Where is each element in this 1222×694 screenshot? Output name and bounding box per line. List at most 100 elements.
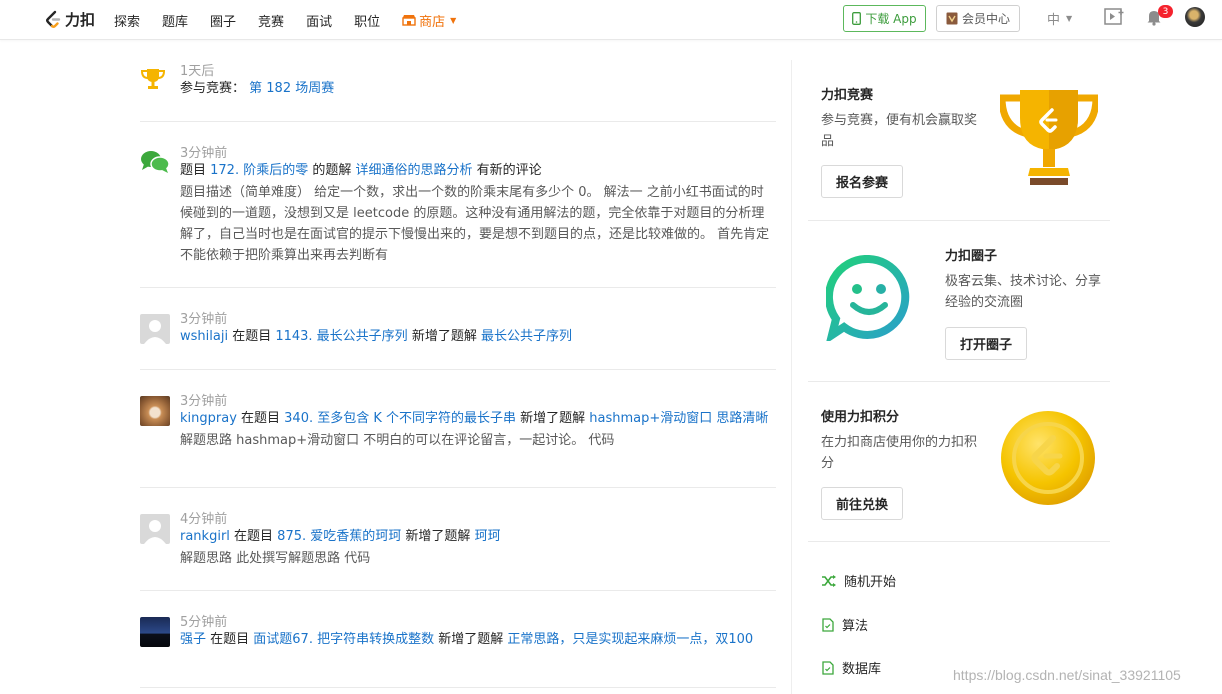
logo-text: 力扣: [65, 11, 96, 29]
feed-text: 题目: [180, 163, 211, 178]
watermark-text: https://blog.csdn.net/sinat_33921105: [953, 667, 1181, 683]
playground-icon[interactable]: [1104, 8, 1126, 26]
feed-text: 在题目: [236, 411, 285, 426]
feed-item-solution: 5分钟前 强子 在题目 面试题67. 把字符串转换成整数 新增了题解 正常思路，…: [140, 591, 776, 688]
feed-time: 4分钟前: [180, 512, 228, 527]
nav-circle[interactable]: 圈子: [210, 11, 236, 30]
notification-badge: 3: [1158, 5, 1173, 18]
vip-center-button[interactable]: 会员中心: [936, 5, 1020, 32]
feed-description: 解题思路 此处撰写解题思路 代码: [180, 551, 371, 566]
nav-contest[interactable]: 竞赛: [258, 11, 284, 30]
problem-link[interactable]: 172. 阶乘后的零: [210, 163, 308, 178]
user-avatar[interactable]: [1185, 7, 1205, 27]
solution-link[interactable]: hashmap+滑动窗口 思路清晰: [589, 411, 768, 426]
default-user-icon: [144, 520, 166, 544]
contest-link[interactable]: 第 182 场周赛: [249, 81, 334, 96]
feed-item-solution: 4分钟前 rankgirl 在题目 875. 爱吃香蕉的珂珂 新增了题解 珂珂 …: [140, 488, 776, 591]
quick-link-database[interactable]: 数据库: [822, 658, 881, 677]
feed-text: 在题目: [228, 329, 276, 344]
quick-link-label: 算法: [842, 619, 869, 634]
gold-coin-icon: [1001, 411, 1095, 505]
contest-card-text: 参与竞赛，便有机会赢取奖品: [821, 113, 978, 149]
open-circle-button[interactable]: 打开圈子: [945, 327, 1027, 360]
feed-item-comment: 3分钟前 题目 172. 阶乘后的零 的题解 详细通俗的思路分析 有新的评论 题…: [140, 122, 776, 288]
problem-link[interactable]: 340. 至多包含 K 个不同字符的最长子串: [284, 411, 516, 426]
default-user-icon: [144, 320, 166, 344]
nav-jobs[interactable]: 职位: [354, 11, 380, 30]
feed-text: 有新的评论: [472, 163, 542, 178]
username-link[interactable]: wshilaji: [180, 329, 228, 344]
user-avatar-dog[interactable]: [140, 396, 170, 426]
user-avatar-default[interactable]: [140, 514, 170, 544]
chat-bubbles-icon: [141, 151, 170, 173]
feed-title: 强子 在题目 面试题67. 把字符串转换成整数 新增了题解 正常思路，只是实现起…: [180, 631, 776, 648]
circle-card-text: 极客云集、技术讨论、分享经验的交流圈: [945, 274, 1102, 310]
contest-card: 力扣竞赛 参与竞赛，便有机会赢取奖品 报名参赛: [808, 40, 1110, 221]
download-app-button[interactable]: 下载 App: [843, 5, 926, 32]
username-link[interactable]: 强子: [180, 632, 206, 647]
feed-time: 3分钟前: [180, 394, 228, 409]
solution-link[interactable]: 最长公共子序列: [481, 329, 572, 344]
username-link[interactable]: kingpray: [180, 411, 237, 426]
quick-link-algorithms[interactable]: 算法: [822, 615, 868, 634]
feed-text: 的题解: [308, 163, 356, 178]
feed-text: 新增了题解: [401, 529, 475, 544]
solution-link[interactable]: 珂珂: [475, 529, 501, 544]
circle-card: 力扣圈子 极客云集、技术讨论、分享经验的交流圈 打开圈子: [808, 221, 1110, 382]
shop-icon: [402, 15, 416, 26]
problem-link[interactable]: 875. 爱吃香蕉的珂珂: [277, 529, 401, 544]
feed-text: 新增了题解: [407, 329, 481, 344]
feed-time: 5分钟前: [180, 615, 228, 630]
nav-problems[interactable]: 题库: [162, 11, 188, 30]
leetcode-logo-icon: [46, 10, 61, 28]
feed-text: 在题目: [206, 632, 254, 647]
nav-shop-label: 商店: [419, 14, 446, 30]
feed-text: 新增了题解: [516, 411, 590, 426]
problem-link[interactable]: 1143. 最长公共子序列: [275, 329, 407, 344]
document-icon: [822, 660, 834, 675]
nav-explore[interactable]: 探索: [114, 11, 140, 30]
feed-description: 解题思路 hashmap+滑动窗口 不明白的可以在评论留言，一起讨论。 代码: [180, 433, 615, 448]
document-icon: [822, 617, 834, 632]
sidebar: 力扣竞赛 参与竞赛，便有机会赢取奖品 报名参赛 力扣圈子 极客云集、技术讨论、分…: [808, 40, 1110, 692]
user-avatar-night[interactable]: [140, 617, 170, 647]
top-navbar: 力扣 探索 题库 圈子 竞赛 面试 职位 商店 ▼ 下载 App 会员中心 中 …: [0, 0, 1222, 40]
feed-title: kingpray 在题目 340. 至多包含 K 个不同字符的最长子串 新增了题…: [180, 410, 776, 427]
quick-link-random[interactable]: 随机开始: [822, 571, 896, 590]
feed-text: 在题目: [229, 529, 278, 544]
points-card-title: 使用力扣积分: [821, 410, 900, 425]
solution-link[interactable]: 详细通俗的思路分析: [355, 163, 472, 178]
vip-center-label: 会员中心: [961, 12, 1010, 26]
redeem-points-button[interactable]: 前往兑换: [821, 487, 903, 520]
caret-down-icon: ▼: [450, 15, 457, 25]
contest-card-title: 力扣竞赛: [821, 88, 874, 103]
feed-title: 题目 172. 阶乘后的零 的题解 详细通俗的思路分析 有新的评论: [180, 162, 776, 179]
solution-link[interactable]: 正常思路，只是实现起来麻烦一点，双100: [507, 632, 753, 647]
feed-item-solution: 3分钟前 wshilaji 在题目 1143. 最长公共子序列 新增了题解 最长…: [140, 288, 776, 370]
points-card: 使用力扣积分 在力扣商店使用你的力扣积分 前往兑换: [808, 382, 1110, 542]
problem-link[interactable]: 面试题67. 把字符串转换成整数: [253, 632, 434, 647]
phone-icon: [852, 12, 862, 25]
language-switcher[interactable]: 中 ▼: [1047, 9, 1072, 28]
smiley-chat-icon: [826, 255, 910, 341]
circle-card-title: 力扣圈子: [945, 249, 998, 264]
user-avatar-default[interactable]: [140, 314, 170, 344]
feed-time: 3分钟前: [180, 146, 228, 161]
shuffle-icon: [822, 574, 836, 587]
activity-feed: 1天后 参与竞赛： 第 182 场周赛 3分钟前 题目 172. 阶乘后的零 的…: [140, 40, 776, 688]
feed-description: 题目描述（简单难度） 给定一个数，求出一个数的阶乘末尾有多少个 0。 解法一 之…: [180, 185, 770, 263]
username-link[interactable]: rankgirl: [180, 529, 230, 544]
join-contest-button[interactable]: 报名参赛: [821, 165, 903, 198]
quick-link-label: 数据库: [842, 662, 882, 677]
nav-shop[interactable]: 商店 ▼: [402, 11, 456, 30]
leetcode-logo[interactable]: 力扣: [44, 9, 95, 30]
main-nav: 探索 题库 圈子 竞赛 面试 职位 商店 ▼: [114, 0, 478, 40]
nav-interview[interactable]: 面试: [306, 11, 332, 30]
feed-title: wshilaji 在题目 1143. 最长公共子序列 新增了题解 最长公共子序列: [180, 328, 776, 345]
language-label: 中: [1047, 13, 1061, 28]
column-divider: [791, 60, 792, 694]
feed-title: rankgirl 在题目 875. 爱吃香蕉的珂珂 新增了题解 珂珂: [180, 528, 776, 545]
feed-time: 1天后: [180, 64, 215, 79]
gold-trophy-icon: [1000, 90, 1098, 185]
feed-text: 新增了题解: [434, 632, 508, 647]
